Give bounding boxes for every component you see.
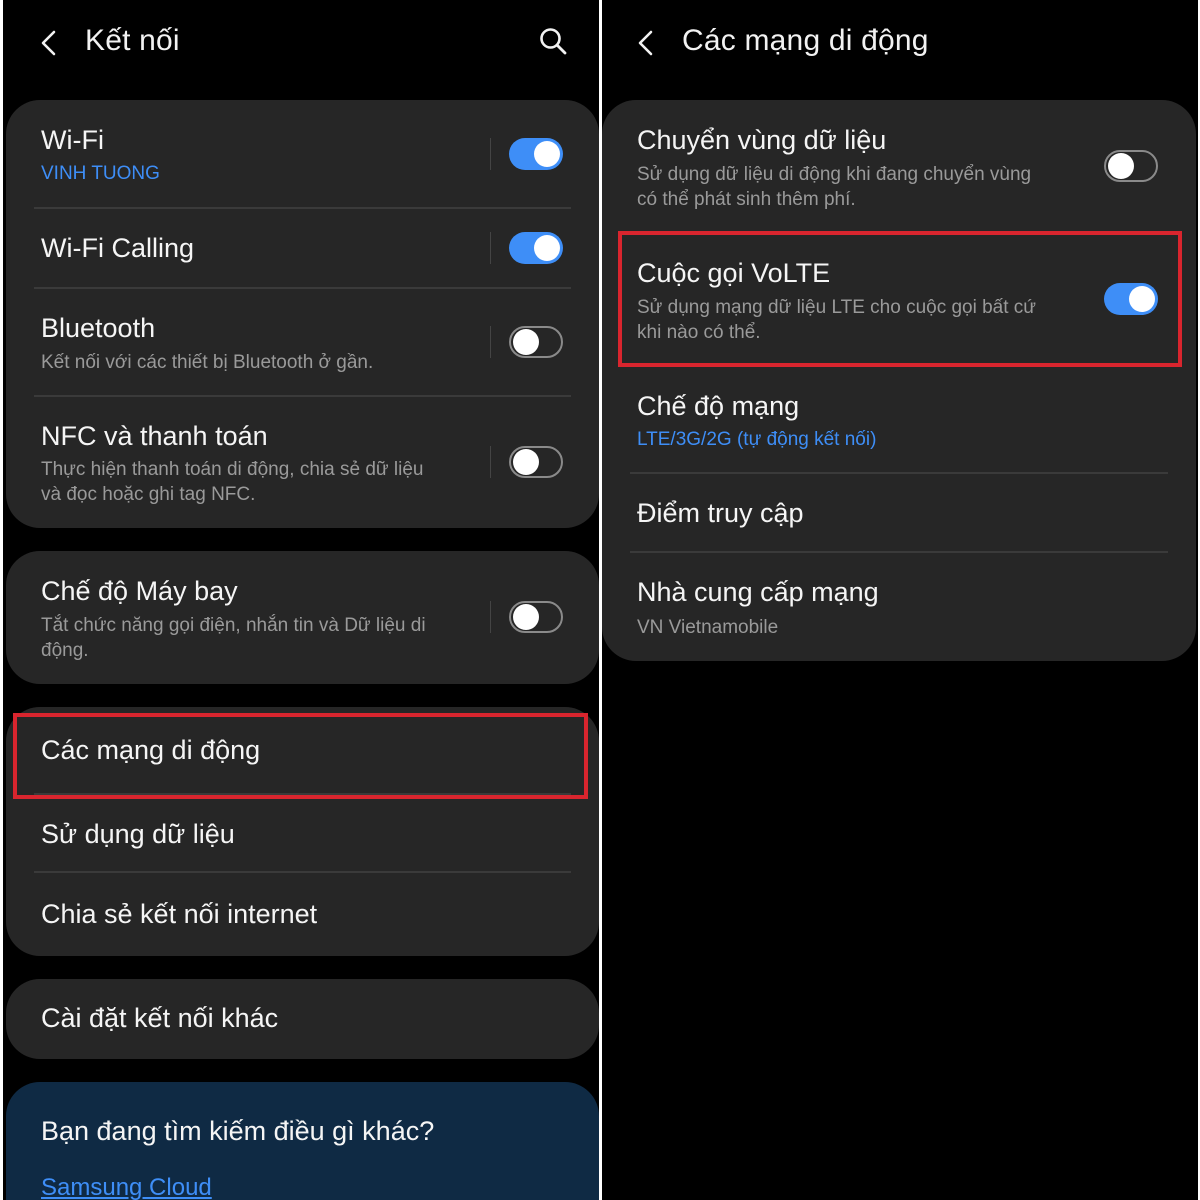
- bluetooth-title: Bluetooth: [41, 313, 156, 343]
- separator: [490, 326, 491, 358]
- network-operators-item[interactable]: Nhà cung cấp mạng VN Vietnamobile: [602, 553, 1196, 661]
- separator: [490, 138, 491, 170]
- back-arrow-icon[interactable]: [632, 28, 662, 58]
- samsung-cloud-link[interactable]: Samsung Cloud: [41, 1174, 212, 1200]
- top-bar: Kết nối: [3, 0, 599, 90]
- hotspot-item[interactable]: Chia sẻ kết nối internet: [6, 873, 599, 956]
- data-roaming-toggle[interactable]: [1104, 150, 1158, 182]
- more-settings-card: Cài đặt kết nối khác: [6, 979, 599, 1059]
- access-points-item[interactable]: Điểm truy cập: [602, 474, 1196, 552]
- airplane-mode-title: Chế độ Máy bay: [41, 576, 238, 606]
- page-title: Kết nối: [85, 24, 180, 57]
- wifi-network-name: VINH TUONG: [41, 163, 160, 184]
- access-points-title: Điểm truy cập: [637, 498, 804, 528]
- network-mode-title: Chế độ mạng: [637, 391, 800, 421]
- connections-card: Wi-Fi VINH TUONG Wi-Fi Calling Bluetooth…: [6, 100, 599, 528]
- data-roaming-item[interactable]: Chuyển vùng dữ liệu Sử dụng dữ liệu di đ…: [602, 100, 1196, 230]
- data-roaming-title: Chuyển vùng dữ liệu: [637, 125, 887, 155]
- connections-screen: Kết nối Wi-Fi VINH TUONG Wi-Fi Calling B…: [3, 0, 599, 1200]
- network-operator-value: VN Vietnamobile: [637, 617, 779, 638]
- top-bar: Các mạng di động: [602, 0, 1198, 90]
- data-roaming-subtitle-line1: Sử dụng dữ liệu di động khi đang chuyển …: [637, 164, 1032, 185]
- nfc-subtitle-line2: và đọc hoặc ghi tag NFC.: [41, 484, 256, 505]
- mobile-networks-card: Chuyển vùng dữ liệu Sử dụng dữ liệu di đ…: [602, 100, 1196, 661]
- network-mode-item[interactable]: Chế độ mạng LTE/3G/2G (tự động kết nối): [602, 366, 1196, 472]
- bluetooth-item[interactable]: Bluetooth Kết nối với các thiết bị Bluet…: [6, 289, 599, 395]
- nfc-subtitle-line1: Thực hiện thanh toán di động, chia sẻ dữ…: [41, 459, 424, 480]
- highlight-box: [618, 231, 1182, 367]
- wifi-calling-item[interactable]: Wi-Fi Calling: [6, 209, 599, 289]
- nfc-item[interactable]: NFC và thanh toán Thực hiện thanh toán d…: [6, 397, 599, 528]
- network-mode-value: LTE/3G/2G (tự động kết nối): [637, 429, 877, 450]
- nfc-toggle[interactable]: [509, 446, 563, 478]
- suggestions-card: Bạn đang tìm kiếm điều gì khác? Samsung …: [6, 1082, 599, 1200]
- bluetooth-toggle[interactable]: [509, 326, 563, 358]
- separator: [490, 601, 491, 633]
- search-icon[interactable]: [537, 25, 569, 57]
- bluetooth-subtitle: Kết nối với các thiết bị Bluetooth ở gần…: [41, 352, 374, 373]
- nfc-title: NFC và thanh toán: [41, 421, 268, 451]
- mobile-networks-screen: Các mạng di động Chuyển vùng dữ liệu Sử …: [602, 0, 1198, 1200]
- data-roaming-subtitle-line2: có thể phát sinh thêm phí.: [637, 189, 856, 210]
- page-title: Các mạng di động: [682, 24, 929, 57]
- wifi-calling-title: Wi-Fi Calling: [41, 233, 195, 263]
- airplane-subtitle-line2: động.: [41, 640, 89, 661]
- network-operators-title: Nhà cung cấp mạng: [637, 577, 879, 607]
- more-settings-item[interactable]: Cài đặt kết nối khác: [6, 979, 599, 1059]
- airplane-mode-item[interactable]: Chế độ Máy bay Tắt chức năng gọi điện, n…: [6, 551, 599, 684]
- data-usage-item[interactable]: Sử dụng dữ liệu: [6, 795, 599, 873]
- separator: [490, 232, 491, 264]
- suggestions-heading: Bạn đang tìm kiếm điều gì khác?: [41, 1116, 435, 1146]
- hotspot-title: Chia sẻ kết nối internet: [41, 899, 318, 929]
- data-usage-title: Sử dụng dữ liệu: [41, 819, 235, 849]
- airplane-card: Chế độ Máy bay Tắt chức năng gọi điện, n…: [6, 551, 599, 684]
- wifi-toggle[interactable]: [509, 138, 563, 170]
- separator: [490, 446, 491, 478]
- wifi-title: Wi-Fi: [41, 125, 104, 155]
- airplane-mode-toggle[interactable]: [509, 601, 563, 633]
- more-settings-title: Cài đặt kết nối khác: [41, 1003, 279, 1033]
- wifi-calling-toggle[interactable]: [509, 232, 563, 264]
- highlight-box: [13, 713, 588, 799]
- back-arrow-icon[interactable]: [35, 28, 65, 58]
- airplane-subtitle-line1: Tắt chức năng gọi điện, nhắn tin và Dữ l…: [41, 615, 426, 636]
- wifi-item[interactable]: Wi-Fi VINH TUONG: [6, 100, 599, 208]
